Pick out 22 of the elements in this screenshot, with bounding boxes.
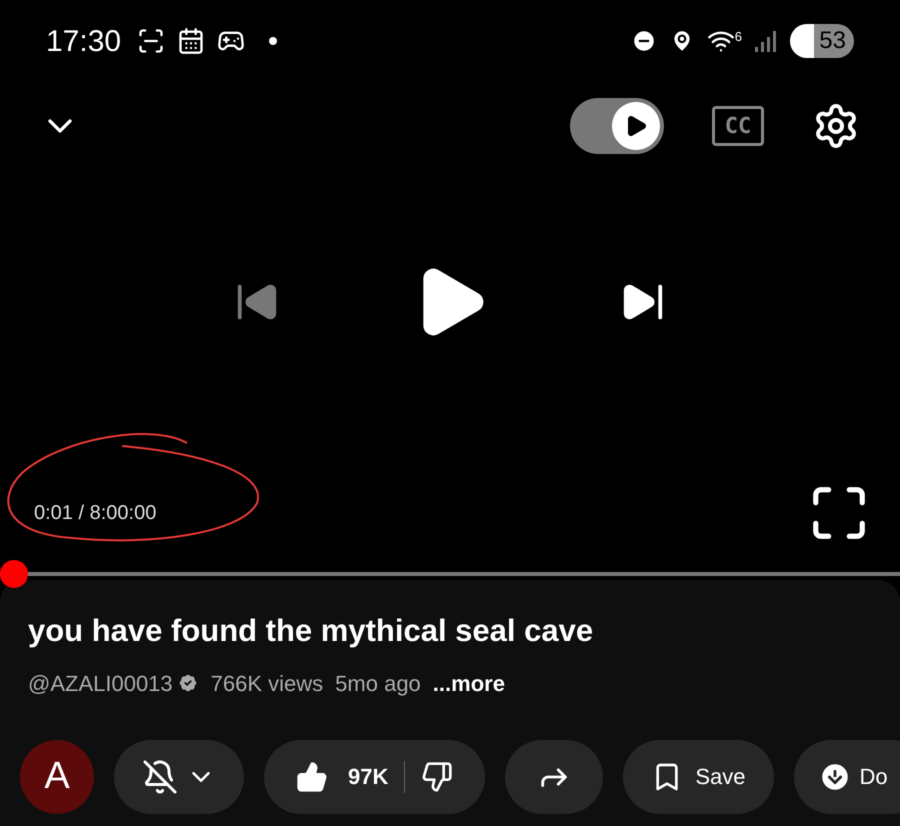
captions-button[interactable]: CC — [712, 106, 764, 146]
thumbs-down-icon — [421, 760, 454, 793]
save-button[interactable]: Save — [623, 740, 774, 814]
battery-level: 53 — [819, 26, 846, 56]
status-time: 17:30 — [46, 24, 122, 60]
upload-age: 5mo ago — [335, 670, 421, 698]
time-readout: 0:01 / 8:00:00 — [34, 502, 156, 524]
battery-fill — [790, 24, 814, 58]
more-link[interactable]: ...more — [432, 666, 505, 700]
channel-avatar[interactable]: A — [20, 740, 94, 814]
video-title: you have found the mythical seal cave — [28, 612, 594, 650]
view-count: 766K views — [210, 670, 324, 698]
verified-icon — [176, 672, 199, 694]
bell-off-icon — [142, 758, 178, 795]
calendar-icon — [177, 27, 206, 55]
download-button[interactable]: Do — [794, 740, 900, 814]
channel-handle[interactable]: @AZALI00013 — [28, 666, 173, 700]
like-button[interactable]: 97K — [264, 740, 404, 814]
wifi-generation-label: 6 — [734, 28, 742, 46]
progress-thumb[interactable] — [0, 560, 28, 588]
signal-icon — [754, 29, 778, 53]
screenshot-icon — [137, 27, 166, 55]
